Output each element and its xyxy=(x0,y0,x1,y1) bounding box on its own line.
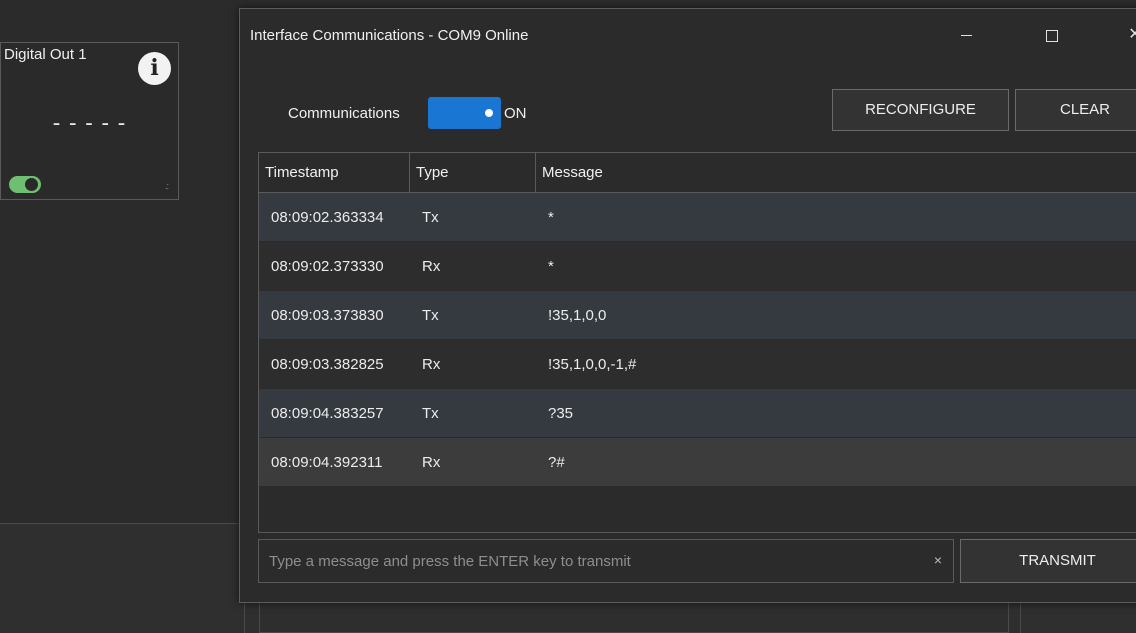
cell-type: Tx xyxy=(422,209,439,226)
cell-timestamp: 08:09:02.363334 xyxy=(271,209,384,226)
cell-type: Tx xyxy=(422,307,439,324)
column-header-type[interactable]: Type xyxy=(410,153,536,193)
messages-table: Timestamp Type Message 08:09:02.363334 T… xyxy=(258,152,1136,533)
cell-timestamp: 08:09:04.383257 xyxy=(271,405,384,422)
cell-type: Rx xyxy=(422,258,441,275)
tile-title: Digital Out 1 xyxy=(4,46,87,63)
communications-state: ON xyxy=(504,105,527,122)
cell-type: Rx xyxy=(422,454,441,471)
cell-message: !35,1,0,0 xyxy=(548,307,607,324)
cell-message: * xyxy=(548,258,554,275)
cell-timestamp: 08:09:03.373830 xyxy=(271,307,384,324)
info-icon[interactable]: i xyxy=(138,52,171,85)
table-row[interactable]: 08:09:04.383257 Tx ?35 xyxy=(259,389,1136,438)
table-row[interactable]: 08:09:04.392311 Rx ?# xyxy=(259,438,1136,487)
cell-timestamp: 08:09:03.382825 xyxy=(271,356,384,373)
close-icon[interactable]: ✕ xyxy=(1120,23,1136,47)
table-row[interactable]: 08:09:02.373330 Rx * xyxy=(259,242,1136,291)
divider xyxy=(1020,600,1021,633)
tile-value: ----- xyxy=(49,111,132,136)
table-row[interactable]: 08:09:03.382825 Rx !35,1,0,0,-1,# xyxy=(259,340,1136,389)
tile-toggle[interactable] xyxy=(9,176,41,193)
digital-out-tile[interactable]: Digital Out 1 i ----- .: xyxy=(0,42,179,200)
transmit-button[interactable]: TRANSMIT xyxy=(960,539,1136,583)
cell-type: Rx xyxy=(422,356,441,373)
cell-message: * xyxy=(548,209,554,226)
cell-message: ?# xyxy=(548,454,565,471)
column-header-message[interactable]: Message xyxy=(536,153,1136,193)
divider xyxy=(244,600,245,633)
cell-timestamp: 08:09:04.392311 xyxy=(271,454,383,471)
cell-message: ?35 xyxy=(548,405,574,422)
table-body: 08:09:02.363334 Tx * 08:09:02.373330 Rx … xyxy=(259,193,1136,487)
table-row[interactable]: 08:09:02.363334 Tx * xyxy=(259,193,1136,242)
clear-input-icon[interactable]: × xyxy=(930,550,946,570)
background-panel xyxy=(259,600,1009,633)
table-row[interactable]: 08:09:03.373830 Tx !35,1,0,0 xyxy=(259,291,1136,340)
cell-message: !35,1,0,0,-1,# xyxy=(548,356,637,373)
clear-button[interactable]: CLEAR xyxy=(1015,89,1136,131)
column-header-timestamp[interactable]: Timestamp xyxy=(259,153,410,193)
communications-label: Communications xyxy=(288,105,400,122)
communications-dialog: Interface Communications - COM9 Online ✕… xyxy=(239,8,1136,603)
maximize-icon[interactable] xyxy=(1036,23,1066,47)
minimize-icon[interactable] xyxy=(952,23,982,47)
message-input[interactable] xyxy=(258,539,954,583)
cell-type: Tx xyxy=(422,405,439,422)
cell-timestamp: 08:09:02.373330 xyxy=(271,258,384,275)
dialog-title: Interface Communications - COM9 Online xyxy=(250,27,529,44)
reconfigure-button[interactable]: RECONFIGURE xyxy=(832,89,1009,131)
communications-toggle[interactable] xyxy=(428,97,501,129)
resize-grip-icon[interactable]: .: xyxy=(165,182,169,191)
table-header: Timestamp Type Message xyxy=(259,153,1136,193)
